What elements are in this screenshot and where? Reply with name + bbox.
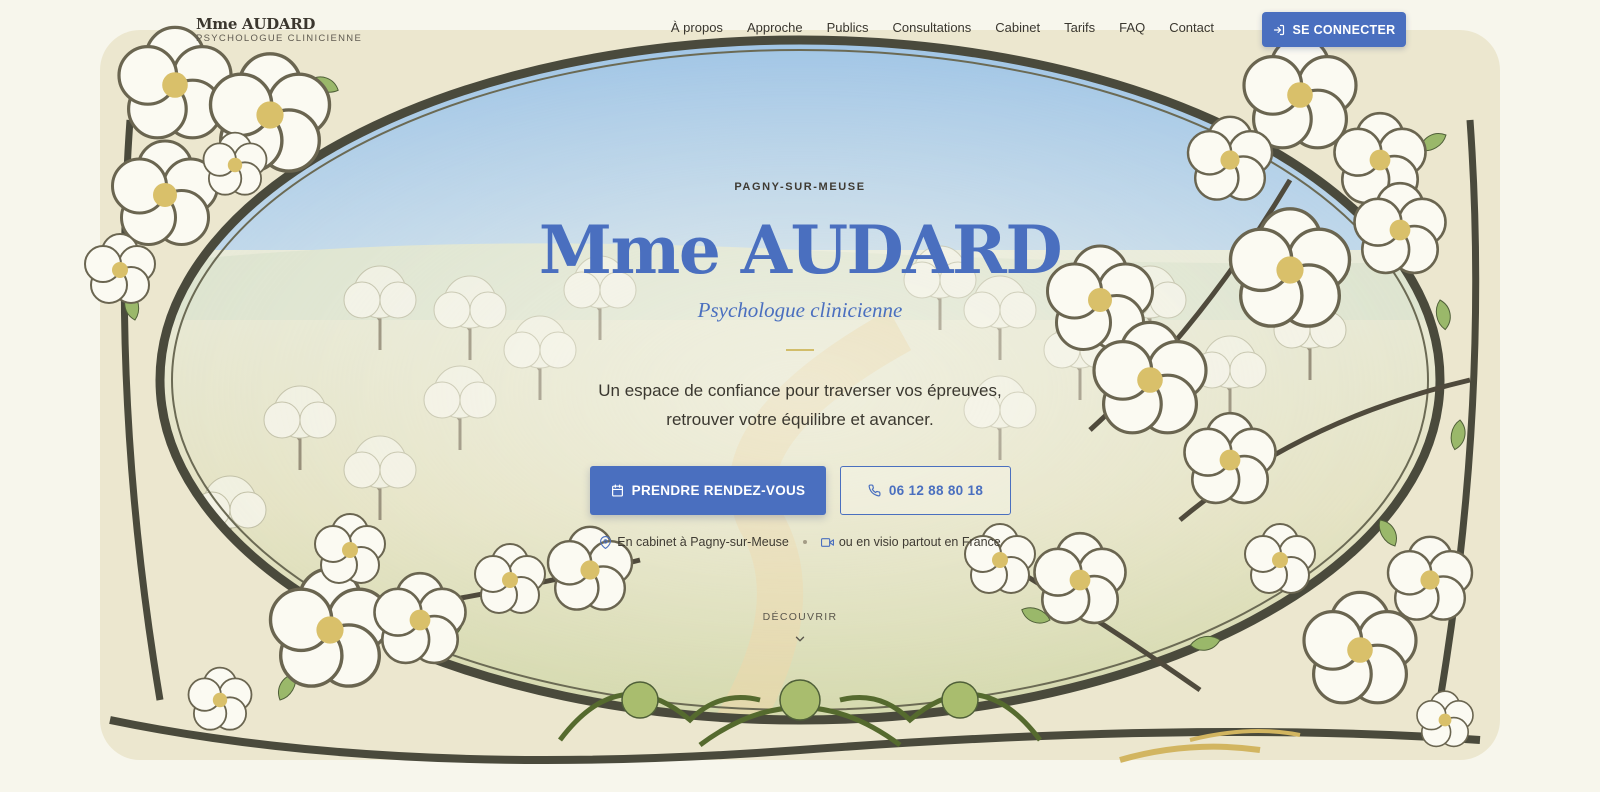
hero-location-eyebrow: PAGNY-SUR-MEUSE — [734, 181, 866, 193]
location-visio: ou en visio partout en France — [820, 535, 1001, 549]
hero-intro-line-2: retrouver votre équilibre et avancer. — [666, 410, 934, 429]
book-appointment-label: PRENDRE RENDEZ-VOUS — [631, 483, 806, 498]
separator-dot — [802, 540, 807, 544]
hero-title: Mme AUDARD — [538, 211, 1063, 289]
phone-button[interactable]: 06 12 88 80 18 — [840, 466, 1011, 515]
hero-intro: Un espace de confiance pour traverser vo… — [500, 376, 1100, 434]
gold-divider — [786, 349, 814, 351]
location-visio-label: ou en visio partout en France — [838, 535, 1001, 549]
hero-subtitle: Psychologue clinicienne — [697, 298, 903, 322]
video-icon — [820, 537, 834, 547]
hero-section: PAGNY-SUR-MEUSE Mme AUDARD Psychologue c… — [0, 0, 1600, 792]
calendar-icon — [611, 484, 623, 497]
phone-icon — [868, 484, 881, 497]
location-office: En cabinet à Pagny-sur-Meuse — [599, 535, 789, 549]
book-appointment-button[interactable]: PRENDRE RENDEZ-VOUS — [590, 466, 826, 515]
phone-number: 06 12 88 80 18 — [888, 483, 984, 498]
hero-intro-line-1: Un espace de confiance pour traverser vo… — [598, 381, 1002, 400]
map-pin-icon — [600, 535, 612, 549]
chevron-down-icon[interactable] — [793, 632, 807, 646]
location-office-label: En cabinet à Pagny-sur-Meuse — [617, 535, 789, 549]
hero-cta-row: PRENDRE RENDEZ-VOUS 06 12 88 80 18 — [590, 466, 1011, 515]
consultation-locations: En cabinet à Pagny-sur-Meuse ou en visio… — [0, 535, 1600, 549]
discover-link[interactable]: DÉCOUVRIR — [0, 611, 1600, 623]
